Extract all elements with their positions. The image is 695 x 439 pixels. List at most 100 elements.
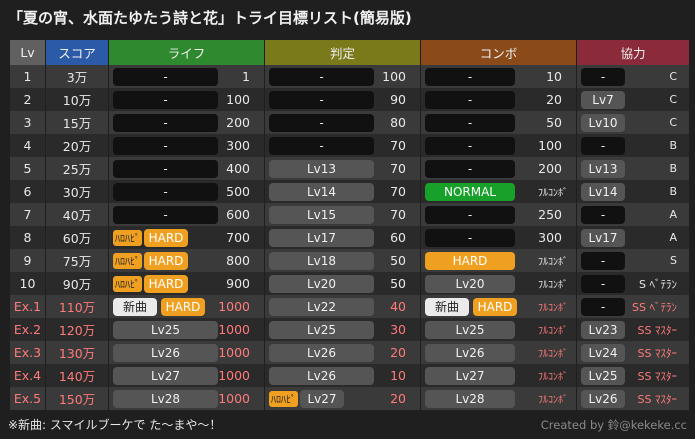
judge-target: - bbox=[269, 90, 374, 109]
coop-cell-content: -A bbox=[577, 203, 689, 226]
coop-cell: Lv14 B bbox=[576, 180, 690, 203]
score-cell: 60万 bbox=[45, 226, 109, 249]
combo-target: - bbox=[425, 136, 515, 155]
coop-rank: B bbox=[669, 185, 677, 198]
life-value: 500 bbox=[226, 184, 250, 199]
judge-cell: Lv14 70 bbox=[264, 180, 421, 203]
judge-target: - bbox=[269, 113, 374, 132]
judge-target: Lv25 bbox=[269, 320, 374, 339]
life-target: - bbox=[113, 182, 218, 201]
coop-cell-content: Lv13 B bbox=[577, 157, 689, 180]
score-cell: 40万 bbox=[45, 203, 109, 226]
coop-cell: -A bbox=[576, 203, 690, 226]
combo-cell: Lv20 ﾌﾙｺﾝﾎﾞ bbox=[420, 272, 577, 295]
life-cell: -300 bbox=[108, 134, 265, 157]
judge-value: 50 bbox=[390, 276, 406, 291]
combo-target: Lv28 bbox=[425, 389, 515, 408]
combo-cell-content: Lv27 ﾌﾙｺﾝﾎﾞ bbox=[421, 364, 576, 387]
combo-value: 250 bbox=[538, 207, 562, 222]
judge-cell: - 70 bbox=[264, 134, 421, 157]
combo-cell-content: Lv28 ﾌﾙｺﾝﾎﾞ bbox=[421, 387, 576, 410]
coop-cell: Lv17 A bbox=[576, 226, 690, 249]
coop-cell-content: Lv25 SS ﾏｽﾀｰ bbox=[577, 364, 689, 387]
life-value: 200 bbox=[226, 115, 250, 130]
page-title: 「夏の宵、水面たゆたう詩と花」トライ目標リスト(簡易版) bbox=[8, 9, 412, 27]
lv-cell: Ex.2 bbox=[10, 318, 46, 341]
life-value: 400 bbox=[226, 161, 250, 176]
combo-target: HARD bbox=[473, 297, 517, 316]
combo-cell-content: HARD ﾌﾙｺﾝﾎﾞ bbox=[421, 249, 576, 272]
life-cell-content: Lv28 1000 bbox=[109, 387, 264, 410]
life-cell: 新曲 HARD 1000 bbox=[108, 295, 265, 318]
combo-cell-content: 新曲 HARD ﾌﾙｺﾝﾎﾞ bbox=[421, 295, 576, 318]
combo-value: ﾌﾙｺﾝﾎﾞ bbox=[538, 395, 568, 406]
judge-value: 60 bbox=[390, 230, 406, 245]
combo-value: ﾌﾙｺﾝﾎﾞ bbox=[538, 372, 568, 383]
judge-cell-content: Lv13 70 bbox=[265, 157, 420, 180]
coop-rank: B bbox=[669, 162, 677, 175]
coop-cell-content: -B bbox=[577, 134, 689, 157]
new-song-tag: 新曲 bbox=[425, 297, 469, 316]
coop-rank: C bbox=[669, 93, 677, 106]
combo-cell: 新曲 HARD ﾌﾙｺﾝﾎﾞ bbox=[420, 295, 577, 318]
judge-cell: Lv26 10 bbox=[264, 364, 421, 387]
combo-target: NORMAL bbox=[425, 182, 515, 201]
judge-cell: Lv17 60 bbox=[264, 226, 421, 249]
combo-cell: Lv25 ﾌﾙｺﾝﾎﾞ bbox=[420, 318, 577, 341]
judge-cell-content: - 80 bbox=[265, 111, 420, 134]
table-row: Ex.2 120万 Lv25 1000 Lv25 30 Lv25 ﾌﾙｺﾝﾎﾞ Lv23 SS ﾏ… bbox=[10, 318, 690, 341]
judge-cell-content: Lv14 70 bbox=[265, 180, 420, 203]
judge-value: 70 bbox=[390, 161, 406, 176]
life-cell: Lv26 1000 bbox=[108, 341, 265, 364]
life-target: Lv25 bbox=[113, 320, 218, 339]
judge-cell: Lv22 40 bbox=[264, 295, 421, 318]
life-target: HARD bbox=[144, 251, 188, 270]
combo-cell-content: - 300 bbox=[421, 226, 576, 249]
coop-cell-content: Lv10 C bbox=[577, 111, 689, 134]
judge-value: 70 bbox=[390, 184, 406, 199]
life-cell-content: -600 bbox=[109, 203, 264, 226]
coop-cell-content: Lv26 SS ﾏｽﾀｰ bbox=[577, 387, 689, 410]
header-judge: 判定 bbox=[264, 40, 421, 65]
coop-target: Lv7 bbox=[581, 90, 625, 109]
judge-cell: - 90 bbox=[264, 88, 421, 111]
harohapi-tag: ﾊﾛﾊﾋﾟ bbox=[113, 229, 142, 246]
combo-cell: - 300 bbox=[420, 226, 577, 249]
judge-cell-content: Lv26 10 bbox=[265, 364, 420, 387]
lv-cell: 5 bbox=[10, 157, 46, 180]
combo-value: 100 bbox=[538, 138, 562, 153]
table-row: 6 30万 -500 Lv14 70 NORMAL ﾌﾙｺﾝﾎﾞ Lv14 B bbox=[10, 180, 690, 203]
coop-target: Lv13 bbox=[581, 159, 625, 178]
coop-cell-content: Lv17 A bbox=[577, 226, 689, 249]
harohapi-tag: ﾊﾛﾊﾋﾟ bbox=[113, 252, 142, 269]
coop-rank: S bbox=[670, 254, 677, 267]
life-target: Lv26 bbox=[113, 343, 218, 362]
combo-target: - bbox=[425, 67, 515, 86]
table-row: 10 90万 ﾊﾛﾊﾋﾟ HARD 900 Lv20 50 Lv20 ﾌﾙｺﾝﾎﾞ - S ﾍﾞﾃﾗ… bbox=[10, 272, 690, 295]
combo-cell-content: - 10 bbox=[421, 65, 576, 88]
score-cell: 30万 bbox=[45, 180, 109, 203]
new-song-tag: 新曲 bbox=[113, 297, 157, 316]
coop-rank: B bbox=[669, 139, 677, 152]
combo-cell: Lv28 ﾌﾙｺﾝﾎﾞ bbox=[420, 387, 577, 410]
life-value: 900 bbox=[226, 276, 250, 291]
table-row: Ex.3 130万 Lv26 1000 Lv26 20 Lv26 ﾌﾙｺﾝﾎﾞ Lv24 SS ﾏ… bbox=[10, 341, 690, 364]
combo-cell: - 200 bbox=[420, 157, 577, 180]
score-cell: 25万 bbox=[45, 157, 109, 180]
table-row: 3 15万 -200-80-50 Lv10 C bbox=[10, 111, 690, 134]
combo-target: - bbox=[425, 159, 515, 178]
life-target: - bbox=[113, 113, 218, 132]
coop-cell: -C bbox=[576, 65, 690, 88]
life-cell-content: 新曲 HARD 1000 bbox=[109, 295, 264, 318]
life-value: 1000 bbox=[218, 368, 250, 383]
life-target: - bbox=[113, 67, 218, 86]
judge-value: 20 bbox=[390, 391, 406, 406]
judge-target: Lv14 bbox=[269, 182, 374, 201]
combo-cell: - 10 bbox=[420, 65, 577, 88]
life-target: HARD bbox=[144, 274, 188, 293]
combo-cell: HARD ﾌﾙｺﾝﾎﾞ bbox=[420, 249, 577, 272]
combo-value: 200 bbox=[538, 161, 562, 176]
coop-cell-content: Lv24 SS ﾏｽﾀｰ bbox=[577, 341, 689, 364]
judge-cell-content: ﾊﾛﾊﾋﾟ Lv27 20 bbox=[265, 387, 420, 410]
coop-target: Lv26 bbox=[581, 389, 625, 408]
